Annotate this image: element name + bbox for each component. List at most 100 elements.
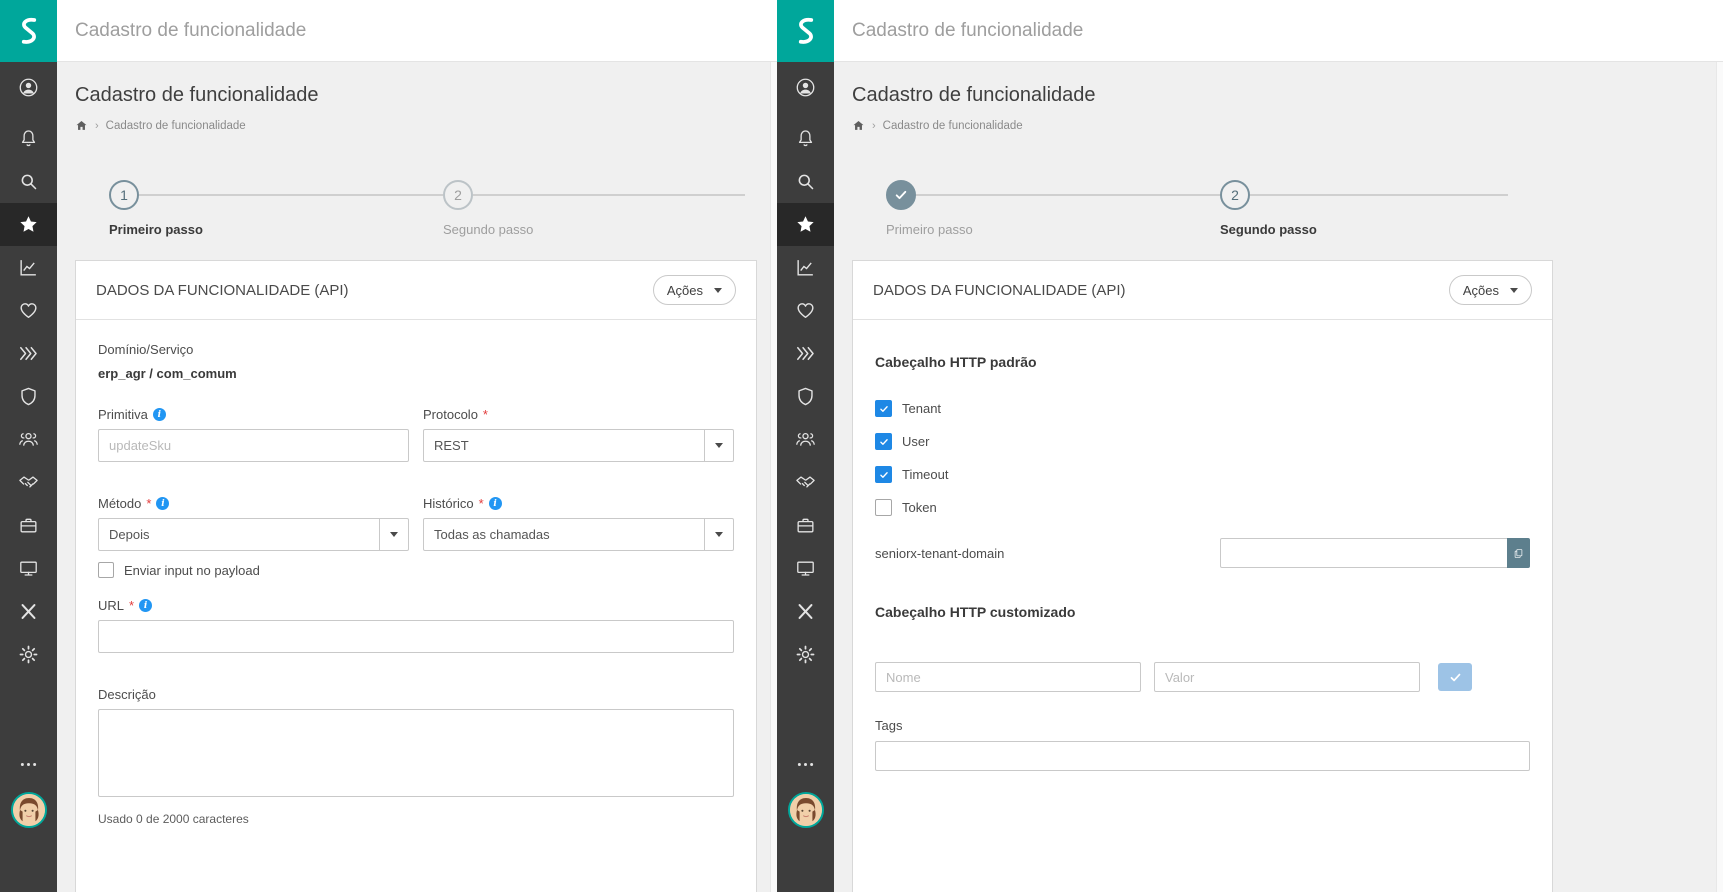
primitiva-input[interactable] <box>98 429 409 462</box>
copy-button[interactable] <box>1507 538 1530 568</box>
account-icon <box>795 77 816 98</box>
protocolo-dropdown-button[interactable] <box>704 429 734 462</box>
card-body: Cabeçalho HTTP padrão Tenant User Timeou… <box>853 320 1552 771</box>
home-icon[interactable] <box>75 119 88 132</box>
descricao-textarea[interactable] <box>98 709 734 797</box>
sidebar-item-search[interactable] <box>777 160 834 203</box>
payload-checkbox[interactable] <box>98 562 114 578</box>
sidebar-item-security[interactable] <box>0 375 57 418</box>
step-1-circle[interactable]: 1 <box>109 180 139 210</box>
protocolo-field: Protocolo * <box>423 407 734 462</box>
info-icon[interactable] <box>139 599 153 612</box>
chevron-down-icon <box>715 443 723 448</box>
sidebar-item-notifications[interactable] <box>777 117 834 160</box>
info-icon[interactable] <box>152 408 166 421</box>
sidebar-item-partners[interactable] <box>777 461 834 504</box>
stepper-line <box>139 194 443 196</box>
window-step1: Cadastro de funcionalidade Cadastro de f… <box>0 0 777 892</box>
historico-field: Histórico * <box>423 496 734 551</box>
dominio-label: Domínio/Serviço <box>98 342 194 357</box>
breadcrumb: › Cadastro de funcionalidade <box>75 119 777 132</box>
token-checkbox[interactable] <box>875 499 892 516</box>
user-avatar[interactable] <box>787 792 824 828</box>
primitiva-field: Primitiva <box>98 407 409 462</box>
sidebar-item-people[interactable] <box>0 418 57 461</box>
user-avatar[interactable] <box>10 792 47 828</box>
user-checkbox[interactable] <box>875 433 892 450</box>
sidebar-item-workstation[interactable] <box>777 547 834 590</box>
historico-dropdown-button[interactable] <box>704 518 734 551</box>
step-1-circle-done[interactable] <box>886 180 916 210</box>
checkbox-row-token[interactable]: Token <box>875 499 1530 516</box>
sidebar <box>777 62 834 892</box>
sidebar-item-notifications[interactable] <box>0 117 57 160</box>
tenant-domain-input[interactable] <box>1220 538 1508 568</box>
sidebar-item-more[interactable] <box>777 743 834 786</box>
sidebar-item-health[interactable] <box>0 289 57 332</box>
users-icon <box>795 429 816 450</box>
actions-label: Ações <box>666 282 703 298</box>
payload-checkbox-row[interactable]: Enviar input no payload <box>98 562 734 578</box>
sidebar-item-jobs[interactable] <box>777 504 834 547</box>
sidebar-item-health[interactable] <box>777 289 834 332</box>
sidebar-item-settings[interactable] <box>0 633 57 676</box>
info-icon[interactable] <box>488 497 502 510</box>
sidebar-item-favorites[interactable] <box>777 203 834 246</box>
tenant-checkbox[interactable] <box>875 400 892 417</box>
check-icon <box>879 437 889 447</box>
sidebar-item-security[interactable] <box>777 375 834 418</box>
chart-icon <box>795 257 816 278</box>
home-icon[interactable] <box>852 119 865 132</box>
metodo-input[interactable] <box>98 518 380 551</box>
primitiva-label: Primitiva <box>98 407 148 422</box>
sidebar-item-shortcuts[interactable] <box>777 332 834 375</box>
step-2-circle[interactable]: 2 <box>443 180 473 210</box>
custom-header-value-input[interactable] <box>1154 662 1420 692</box>
sidebar-item-partners[interactable] <box>0 461 57 504</box>
info-icon[interactable] <box>156 497 170 510</box>
scrollbar[interactable] <box>770 62 777 892</box>
actions-label: Ações <box>1462 282 1499 298</box>
card-title: DADOS DA FUNCIONALIDADE (API) <box>96 281 349 299</box>
custom-header-name-input[interactable] <box>875 662 1141 692</box>
tags-input[interactable] <box>875 741 1530 771</box>
step-2-circle[interactable]: 2 <box>1220 180 1250 210</box>
add-header-confirm-button[interactable] <box>1438 663 1472 691</box>
checkbox-row-user[interactable]: User <box>875 433 1530 450</box>
checkbox-row-tenant[interactable]: Tenant <box>875 400 1530 417</box>
breadcrumb: › Cadastro de funcionalidade <box>852 119 1723 132</box>
url-input[interactable] <box>98 620 734 653</box>
stepper-line <box>916 194 1220 196</box>
sidebar-item-workstation[interactable] <box>0 547 57 590</box>
sidebar-item-search[interactable] <box>0 160 57 203</box>
descricao-field: Descrição <box>98 687 734 802</box>
app-logo[interactable] <box>0 0 57 62</box>
sidebar-item-account[interactable] <box>0 66 57 109</box>
sidebar-item-more[interactable] <box>0 743 57 786</box>
actions-dropdown-button[interactable]: Ações <box>652 275 736 305</box>
step-1-label: Primeiro passo <box>109 222 203 237</box>
actions-dropdown-button[interactable]: Ações <box>1448 275 1532 305</box>
bell-icon <box>18 128 39 149</box>
historico-input[interactable] <box>423 518 705 551</box>
protocolo-input[interactable] <box>423 429 705 462</box>
sidebar-item-settings[interactable] <box>777 633 834 676</box>
sidebar-item-people[interactable] <box>777 418 834 461</box>
scrollbar[interactable] <box>1716 62 1723 892</box>
metodo-dropdown-button[interactable] <box>379 518 409 551</box>
stepper-line <box>1250 194 1508 196</box>
sidebar-item-close[interactable] <box>777 590 834 633</box>
app-logo[interactable] <box>777 0 834 62</box>
sidebar-item-close[interactable] <box>0 590 57 633</box>
sidebar-item-analytics[interactable] <box>777 246 834 289</box>
sidebar-item-favorites[interactable] <box>0 203 57 246</box>
sidebar-item-jobs[interactable] <box>0 504 57 547</box>
sidebar-item-shortcuts[interactable] <box>0 332 57 375</box>
sidebar-item-account[interactable] <box>777 66 834 109</box>
sidebar-item-analytics[interactable] <box>0 246 57 289</box>
timeout-checkbox[interactable] <box>875 466 892 483</box>
sidebar-user <box>777 786 834 834</box>
topbar: Cadastro de funcionalidade <box>777 0 1723 62</box>
x-icon <box>795 601 816 622</box>
checkbox-row-timeout[interactable]: Timeout <box>875 466 1530 483</box>
